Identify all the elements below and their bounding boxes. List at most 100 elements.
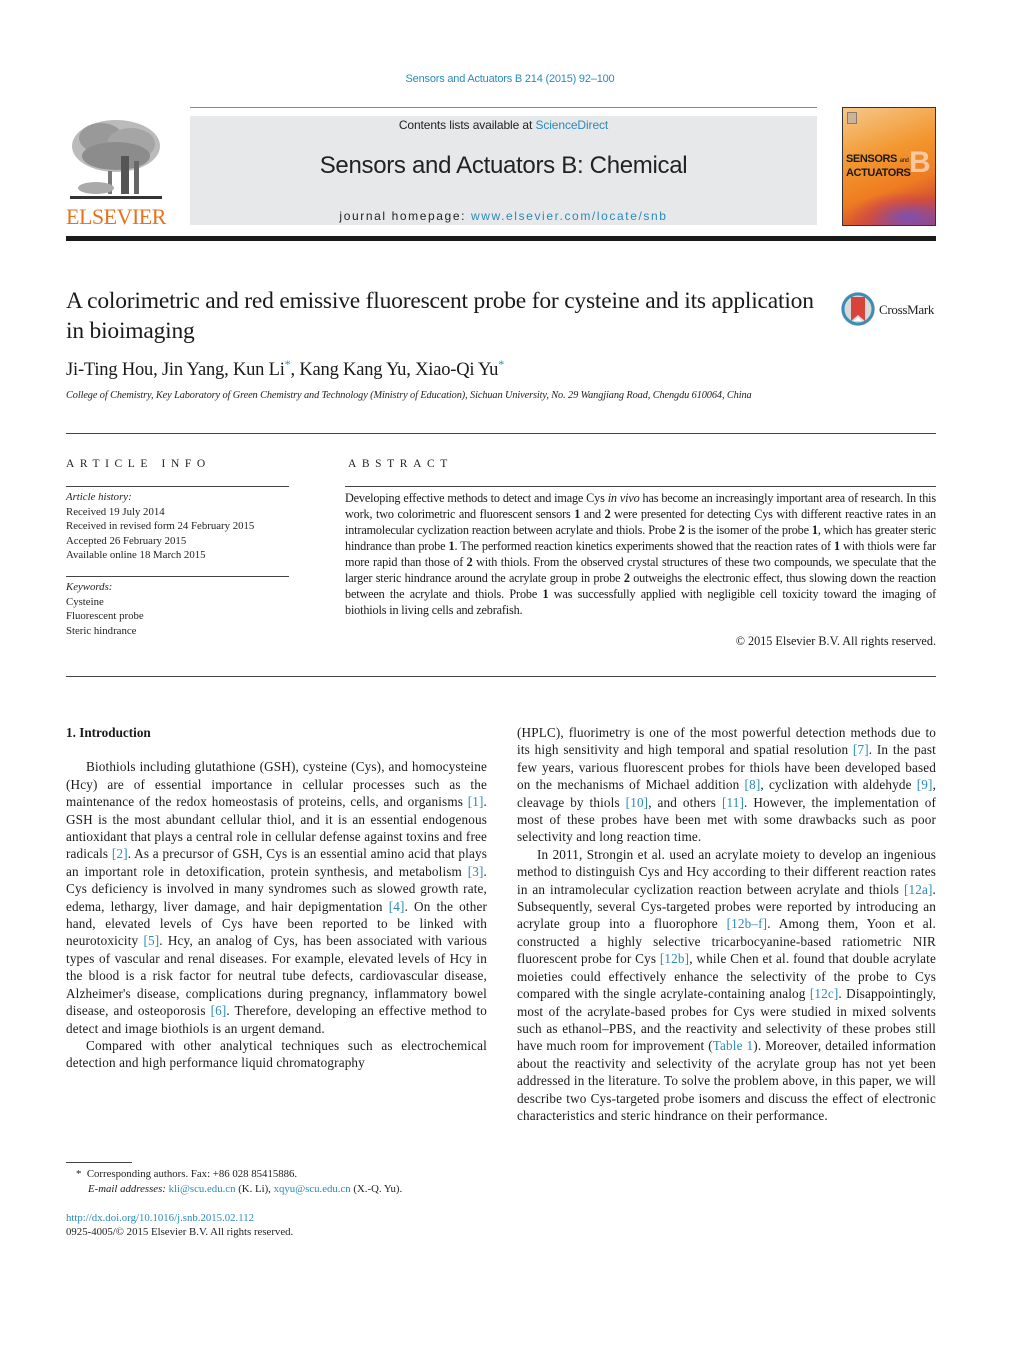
reference-link[interactable]: [3] — [468, 864, 484, 879]
reference-link[interactable]: Table 1 — [713, 1038, 754, 1053]
body-column-left: 1. Introduction Biothiols including glut… — [66, 724, 487, 1072]
doi-link[interactable]: http://dx.doi.org/10.1016/j.snb.2015.02.… — [66, 1212, 254, 1224]
cover-title-line1: SENSORS — [846, 153, 897, 165]
divider — [66, 676, 936, 677]
author-name[interactable]: Jin Yang — [162, 360, 224, 380]
reference-link[interactable]: [12c] — [810, 986, 839, 1001]
reference-link[interactable]: [9] — [917, 777, 933, 792]
abstract-heading: ABSTRACT — [348, 458, 453, 470]
homepage-line: journal homepage: www.elsevier.com/locat… — [190, 209, 817, 223]
text-run: . As a precursor of GSH, Cys is an essen… — [66, 846, 487, 879]
divider — [66, 576, 289, 577]
body-paragraph: In 2011, Strongin et al. used an acrylat… — [517, 846, 936, 1125]
cover-title-line2: ACTUATORS — [846, 167, 911, 179]
email-link-xqyu[interactable]: xqyu@scu.edu.cn — [274, 1183, 351, 1195]
author-name[interactable]: Kang Kang Yu — [299, 360, 406, 380]
journal-cover-thumbnail[interactable]: B SENSORS and ACTUATORS — [842, 107, 936, 226]
contents-prefix: Contents lists available at — [398, 118, 536, 132]
reference-link[interactable]: [5] — [143, 933, 159, 948]
corresponding-author-marker[interactable]: * — [498, 357, 504, 371]
email-label: E-mail addresses: — [88, 1183, 166, 1195]
article-info-heading: ARTICLE INFO — [66, 458, 211, 470]
crossmark-label: CrossMark — [879, 302, 935, 317]
elsevier-logo[interactable]: ELSEVIER — [66, 116, 166, 229]
journal-banner: Contents lists available at ScienceDirec… — [190, 116, 817, 225]
journal-homepage-link[interactable]: www.elsevier.com/locate/snb — [471, 209, 668, 223]
footnote-star: * — [76, 1168, 82, 1180]
author-name[interactable]: Xiao-Qi Yu — [415, 360, 498, 380]
reference-link[interactable]: [10] — [626, 795, 649, 810]
divider — [345, 486, 936, 487]
email-link-kli[interactable]: kli@scu.edu.cn — [169, 1183, 236, 1195]
reference-link[interactable]: [7] — [853, 742, 869, 757]
email-owner: (X.-Q. Yu). — [350, 1183, 403, 1195]
text-run: Developing effective methods to detect a… — [345, 491, 608, 505]
reference-link[interactable]: [8] — [745, 777, 761, 792]
journal-name: Sensors and Actuators B: Chemical — [319, 152, 688, 179]
reference-link[interactable]: [1] — [468, 794, 484, 809]
text-run: , cyclization with aldehyde — [760, 777, 917, 793]
article-history: Article history: Received 19 July 2014 R… — [66, 490, 296, 563]
italic-text: in vivo — [607, 491, 640, 505]
text-run: is the isomer of the probe — [684, 523, 812, 537]
article-title: A colorimetric and red emissive fluoresc… — [66, 288, 814, 344]
body-column-right: (HPLC), fluorimetry is one of the most p… — [517, 724, 936, 1124]
body-paragraph: Biothiols including glutathione (GSH), c… — [66, 758, 487, 1037]
author-name[interactable]: Kun Li — [233, 360, 285, 380]
crossmark-icon — [841, 292, 875, 326]
homepage-prefix: journal homepage: — [339, 209, 471, 223]
keyword-item: Fluorescent probe — [66, 610, 144, 622]
history-item: Received 19 July 2014 — [66, 505, 165, 518]
email-owner: (K. Li), — [235, 1183, 274, 1195]
abstract-text: Developing effective methods to detect a… — [345, 490, 936, 618]
keywords: Keywords: Cysteine Fluorescent probe Ste… — [66, 580, 296, 638]
text-run: . The performed reaction kinetics experi… — [454, 539, 835, 553]
sciencedirect-link[interactable]: ScienceDirect — [535, 118, 608, 132]
reference-link[interactable]: [12a] — [904, 882, 933, 897]
keyword-item: Cysteine — [66, 595, 104, 608]
keyword-item: Steric hindrance — [66, 624, 137, 637]
elsevier-tree-icon — [70, 120, 162, 199]
author-list: Ji-Ting Hou, Jin Yang, Kun Li *, Kang Kan… — [66, 357, 504, 381]
reference-link[interactable]: [12b–f] — [727, 916, 768, 931]
reference-link[interactable]: [2] — [112, 846, 128, 861]
author-affiliation: College of Chemistry, Key Laboratory of … — [66, 390, 752, 401]
header-rule — [190, 107, 817, 108]
author-separator: , — [153, 360, 162, 381]
divider — [66, 486, 289, 487]
footnote-rule — [66, 1162, 132, 1163]
header-thick-rule — [66, 236, 936, 241]
text-run: Compared with other analytical technique… — [66, 1037, 487, 1071]
corresponding-author-footnote: * Corresponding authors. Fax: +86 028 85… — [76, 1167, 297, 1182]
reference-link[interactable]: [6] — [211, 1003, 227, 1018]
crossmark-button[interactable]: CrossMark — [840, 291, 940, 329]
reference-link[interactable]: [4] — [389, 899, 405, 914]
text-run: In 2011, Strongin et al. used an acrylat… — [517, 846, 936, 897]
author-separator: , — [406, 360, 416, 381]
history-item: Received in revised form 24 February 201… — [66, 520, 255, 532]
author-name[interactable]: Ji-Ting Hou — [66, 360, 153, 380]
cover-letter: B — [909, 146, 931, 179]
body-paragraph: (HPLC), fluorimetry is one of the most p… — [517, 724, 936, 846]
footnote-text: Corresponding authors. Fax: +86 028 8541… — [86, 1168, 298, 1180]
abstract-copyright: © 2015 Elsevier B.V. All rights reserved… — [735, 634, 936, 648]
cover-artwork — [853, 193, 935, 225]
cover-title-and: and — [899, 158, 909, 164]
issn-copyright: 0925-4005/© 2015 Elsevier B.V. All right… — [66, 1226, 294, 1238]
divider — [66, 433, 936, 434]
cover-elsevier-icon — [847, 112, 857, 124]
history-item: Accepted 26 February 2015 — [66, 534, 187, 547]
text-run: and — [580, 507, 605, 521]
keywords-label: Keywords: — [66, 581, 113, 593]
reference-link[interactable]: [11] — [722, 795, 744, 810]
text-run: , and others — [648, 794, 722, 810]
section-heading-introduction: 1. Introduction — [66, 725, 151, 740]
journal-citation-link[interactable]: Sensors and Actuators B 214 (2015) 92–10… — [0, 73, 1020, 85]
reference-link[interactable]: [12b] — [660, 951, 689, 966]
email-footnote: E-mail addresses: kli@scu.edu.cn (K. Li)… — [88, 1182, 402, 1197]
cover-title: SENSORS and ACTUATORS — [846, 153, 911, 179]
elsevier-wordmark: ELSEVIER — [66, 204, 166, 229]
text-run: Biothiols including glutathione (GSH), c… — [66, 759, 487, 810]
author-separator: , — [224, 360, 233, 381]
history-item: Available online 18 March 2015 — [66, 549, 206, 561]
